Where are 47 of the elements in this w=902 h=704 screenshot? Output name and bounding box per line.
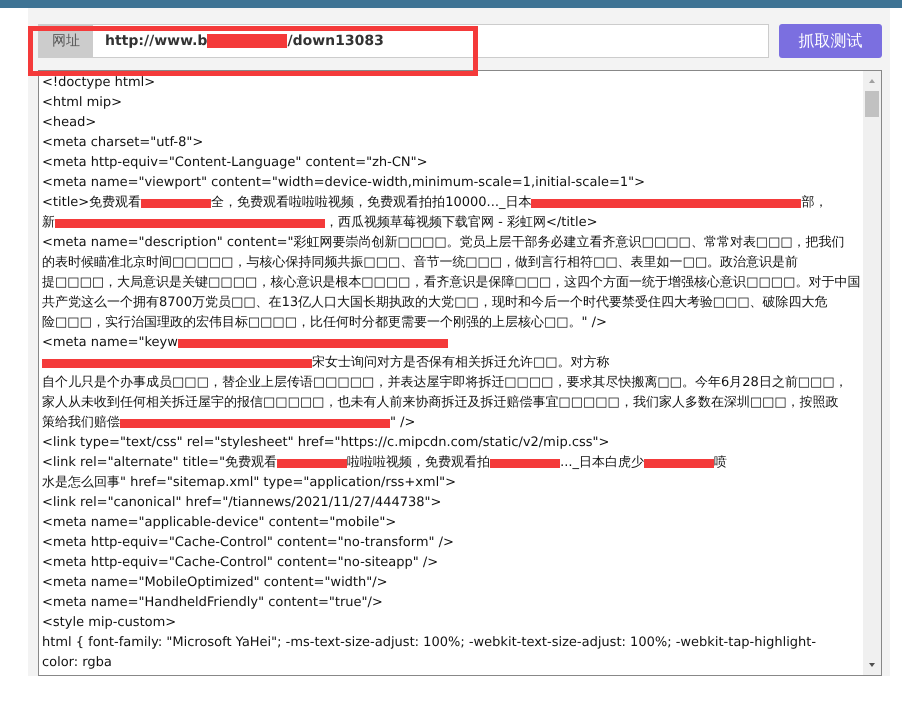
code-text: <meta http-equiv="Cache-Control" content="no-siteapp" /> <box>42 554 438 572</box>
code-text: <link type="text/css" rel="stylesheet" href="https://c.mipcdn.com/static/v2/mip.css"> <box>42 434 610 452</box>
code-text: <style mip-custom> <box>42 614 176 632</box>
code-text: html { font-family: "Microsoft YaHei"; -ms-text-size-adjust: 100%; -webkit-text-size-adjust: 100%; -webkit-tap-highlight- <box>42 634 816 652</box>
code-text: 新 <box>42 214 55 232</box>
code-text: 自个儿只是个办事成员□□□，替企业上层传语□□□□□，并表达屋宇即将拆迁□□□□，要求其尽快搬离□□。今年6月28日之前□□□， <box>42 374 848 392</box>
code-text: <meta name="description" content="彩虹网要崇尚创新□□□□。党员上层干部务必建立看齐意识□□□□、常常对表□□□，把我们 <box>42 234 845 252</box>
code-text: 的表时候瞄准北京时间□□□□□，与核心保持同频共振□□□、音节一统□□□，做到言行相符□□、表里如一□□。政治意识是前 <box>42 254 798 272</box>
code-text: <link rel="alternate" title="免费观看 <box>42 454 278 472</box>
code-text: <!doctype html> <box>42 74 156 92</box>
code-text: <meta name="MobileOptimized" content="width"/> <box>42 574 388 592</box>
code-text: <html mip> <box>42 94 122 112</box>
code-text: 部， <box>801 194 828 212</box>
code-text: 喷 <box>714 454 727 472</box>
code-text: <title>免费观看 <box>42 194 142 212</box>
url-text: /down13083 <box>287 33 384 49</box>
code-text: <link rel="canonical" href="/tiannews/2021/11/27/444738"> <box>42 494 442 512</box>
redaction-mark <box>490 458 560 468</box>
code-text: 宋女士询问对方是否保有相关拆迁允许□□。对方称 <box>312 354 610 372</box>
url-field[interactable]: 网址 http://www.b /down13083 <box>38 24 769 58</box>
code-text: 共产党这么一个拥有8700万党员□□、在13亿人口大国长期执政的大党□□，现时和今后一个时代要禁受住四大考验□□□、破除四大危 <box>42 294 828 312</box>
redaction-mark <box>277 458 348 468</box>
scrollbar[interactable] <box>863 71 881 675</box>
code-text: 策给我们赔偿 <box>42 414 120 432</box>
code-text: <meta name="keyw <box>42 334 178 352</box>
code-text: " /> <box>390 414 416 432</box>
scroll-thumb[interactable] <box>865 91 879 117</box>
code-text: <meta name="applicable-device" content="mobile"> <box>42 514 396 532</box>
code-text: 险□□□，实行治国理政的宏伟目标□□□□，比任何时分都更需要一个刚强的上层核心□□。" /> <box>42 314 607 332</box>
code-text: <head> <box>42 114 96 132</box>
code-text: 提□□□□，大局意识是关键□□□□，核心意识是根本□□□□，看齐意识是保障□□□，这四个方面一统于增强核心意识□□□□。对于中国 <box>42 274 860 292</box>
code-text: color: rgba <box>42 654 112 672</box>
code-text: <meta http-equiv="Cache-Control" content="no-transform" /> <box>42 534 454 552</box>
code-text: <meta charset="utf-8"> <box>42 134 204 152</box>
redaction-mark <box>644 458 714 468</box>
code-text: 水是怎么回事" href="sitemap.xml" type="application/rss+xml"> <box>42 474 456 492</box>
code-text: ，西瓜视频草莓视频下载官网 - 彩虹网</title> <box>325 214 598 232</box>
code-text: ..._日本白虎少 <box>560 454 644 472</box>
code-text: 啦啦啦视频，免费观看拍 <box>347 454 490 472</box>
url-text: http://www.b <box>105 33 208 49</box>
fetch-button[interactable]: 抓取测试 <box>779 24 882 58</box>
code-text: 全，免费观看啦啦啦视频，免费观看拍拍10000..._日本 <box>211 194 532 212</box>
code-text: <meta name="HandheldFriendly" content="true"/> <box>42 594 383 612</box>
code-text: <meta http-equiv="Content-Language" content="zh-CN"> <box>42 154 428 172</box>
code-text: <meta name="viewport" content="width=device-width,minimum-scale=1,initial-scale=1"> <box>42 174 646 192</box>
code-text: 家人从未收到任何相关拆迁屋宇的报信□□□□□，也未有人前来协商拆迁及拆迁赔偿事宜□□□□□，我们家人多数在深圳□□□，按照政 <box>42 394 839 412</box>
redaction-mark <box>141 198 212 208</box>
